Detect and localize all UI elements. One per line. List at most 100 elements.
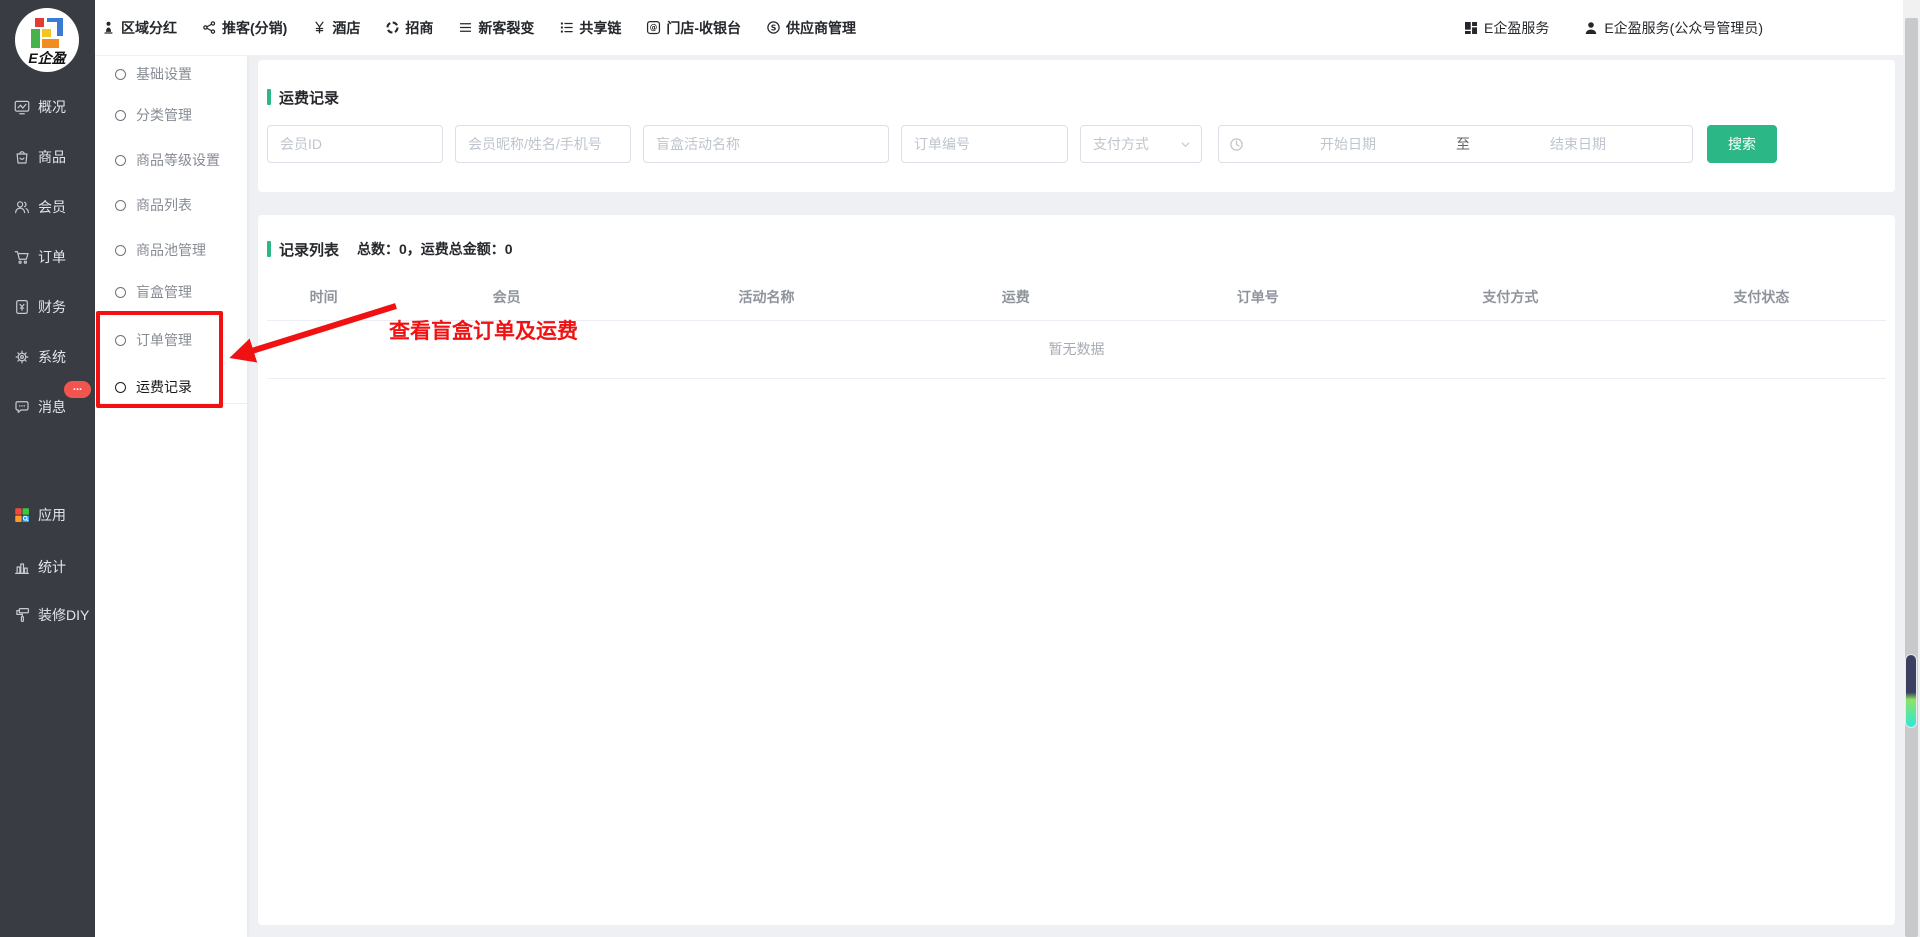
account-menu-label: E企盈服务(公众号管理员) [1604, 18, 1763, 38]
nav-item-region-dividend[interactable]: 区域分红 [101, 18, 177, 38]
brand-logo-icon [31, 18, 63, 48]
pay-method-placeholder: 支付方式 [1093, 134, 1180, 154]
nav-item-store-cashier[interactable]: @ 门店-收银台 [646, 18, 741, 38]
nav-item-share-chain[interactable]: 共享链 [559, 18, 621, 38]
apps-grid-icon [13, 506, 31, 524]
monitor-chart-icon [13, 98, 31, 116]
search-button[interactable]: 搜索 [1707, 125, 1777, 163]
top-nav: 区域分红 推客(分销) 酒店 招商 新客裂变 共享链 [95, 0, 1903, 56]
nav-item-label: 酒店 [332, 18, 360, 38]
circle-icon [115, 155, 126, 166]
primary-sidebar: E企盈 概况 商品 会员 订单 财务 系统 消息 ... [0, 0, 95, 937]
clock-icon [1229, 137, 1244, 152]
sidebar-item-label: 应用 [38, 505, 66, 525]
sidebar-item-message[interactable]: 消息 ... [0, 392, 95, 422]
pawn-icon [101, 20, 116, 35]
green-bar-icon [267, 241, 271, 257]
submenu-item-label: 商品等级设置 [136, 150, 220, 170]
user-icon [1583, 20, 1599, 36]
top-nav-items: 区域分红 推客(分销) 酒店 招商 新客裂变 共享链 [101, 18, 1463, 38]
pay-method-select[interactable]: 支付方式 [1080, 125, 1202, 163]
annotation-arrow [213, 297, 408, 375]
activity-name-input[interactable] [643, 125, 889, 163]
segmented-circle-icon [385, 20, 400, 35]
order-no-input[interactable] [901, 125, 1068, 163]
date-range-picker[interactable]: 开始日期 至 结束日期 [1218, 125, 1693, 163]
end-date-placeholder: 结束日期 [1474, 134, 1682, 154]
annotation-text: 查看盲盒订单及运费 [389, 315, 578, 345]
nav-item-promoter[interactable]: 推客(分销) [202, 18, 287, 38]
sidebar-item-stats[interactable]: 统计 [0, 552, 95, 582]
sidebar-item-order[interactable]: 订单 [0, 242, 95, 272]
sidebar-item-label: 消息 [38, 397, 66, 417]
col-header-pay-status: 支付状态 [1637, 274, 1886, 320]
circle-icon [115, 200, 126, 211]
record-list-summary: 总数：0，运费总金额：0 [357, 239, 513, 259]
nav-item-label: 共享链 [579, 18, 621, 38]
page-title: 运费记录 [279, 87, 339, 108]
submenu-item-goods-level[interactable]: 商品等级设置 [95, 139, 247, 181]
submenu-item-goods-list[interactable]: 商品列表 [95, 184, 247, 226]
col-header-pay-method: 支付方式 [1384, 274, 1637, 320]
sidebar-item-label: 装修DIY [38, 605, 89, 625]
circle-icon [115, 110, 126, 121]
nav-item-label: 门店-收银台 [666, 18, 741, 38]
nav-item-fission[interactable]: 新客裂变 [458, 18, 534, 38]
sidebar-item-goods[interactable]: 商品 [0, 142, 95, 172]
share-icon [202, 20, 217, 35]
sidebar-item-label: 订单 [38, 247, 66, 267]
filter-row: 支付方式 开始日期 至 结束日期 搜索 [267, 125, 1886, 163]
sidebar-item-label: 系统 [38, 347, 66, 367]
account-menu[interactable]: E企盈服务(公众号管理员) [1583, 18, 1763, 38]
sidebar-item-label: 会员 [38, 197, 66, 217]
record-list-title: 记录列表 [279, 239, 339, 260]
records-table: 时间 会员 活动名称 运费 订单号 支付方式 支付状态 [267, 274, 1886, 321]
sidebar-item-label: 统计 [38, 557, 66, 577]
users-icon [13, 198, 31, 216]
sidebar-item-label: 商品 [38, 147, 66, 167]
submenu-item-label: 商品列表 [136, 195, 192, 215]
scrollbar-marker [1905, 654, 1917, 728]
submenu-item-label: 分类管理 [136, 105, 192, 125]
page-scrollbar [1903, 0, 1920, 937]
member-info-input[interactable] [455, 125, 631, 163]
svg-text:S: S [771, 23, 777, 32]
brand-name: E企盈 [15, 48, 79, 68]
nav-item-label: 推客(分销) [222, 18, 287, 38]
sidebar-item-apps[interactable]: 应用 [0, 500, 95, 530]
submenu-item-label: 基础设置 [136, 64, 192, 84]
search-panel: 运费记录 支付方式 开始日期 至 结束日期 搜索 [258, 60, 1895, 192]
submenu-item-category[interactable]: 分类管理 [95, 94, 247, 136]
member-id-input[interactable] [267, 125, 443, 163]
nav-item-investment[interactable]: 招商 [385, 18, 433, 38]
s-circle-icon: S [766, 20, 781, 35]
annotation-highlight-box [96, 311, 223, 408]
submenu-item-basic-settings[interactable]: 基础设置 [95, 53, 247, 95]
submenu-item-goods-pool[interactable]: 商品池管理 [95, 229, 247, 271]
nav-item-hotel[interactable]: 酒店 [312, 18, 360, 38]
sidebar-item-label: 财务 [38, 297, 66, 317]
col-header-activity: 活动名称 [633, 274, 900, 320]
scrollbar-thumb[interactable] [1905, 18, 1918, 937]
sidebar-item-overview[interactable]: 概况 [0, 92, 95, 122]
top-nav-right: E企盈服务 E企盈服务(公众号管理员) [1463, 18, 1763, 38]
nav-item-label: 供应商管理 [786, 18, 856, 38]
sidebar-item-finance[interactable]: 财务 [0, 292, 95, 322]
secondary-sidebar: 基础设置 分类管理 商品等级设置 商品列表 商品池管理 盲盒管理 订单管理 运费… [95, 56, 247, 937]
at-store-icon: @ [646, 20, 661, 35]
main-content: 运费记录 支付方式 开始日期 至 结束日期 搜索 [247, 56, 1903, 937]
nav-item-label: 新客裂变 [478, 18, 534, 38]
list-icon [559, 20, 574, 35]
service-menu[interactable]: E企盈服务 [1463, 18, 1549, 38]
nav-item-supplier[interactable]: S 供应商管理 [766, 18, 856, 38]
sidebar-item-label: 概况 [38, 97, 66, 117]
yen-icon [312, 20, 327, 35]
sidebar-item-system[interactable]: 系统 [0, 342, 95, 372]
yen-bill-icon [13, 298, 31, 316]
paint-roller-icon [13, 606, 31, 624]
sidebar-item-diy[interactable]: 装修DIY [0, 600, 95, 630]
nav-item-label: 区域分红 [121, 18, 177, 38]
date-range-separator: 至 [1452, 134, 1474, 154]
sidebar-item-member[interactable]: 会员 [0, 192, 95, 222]
admin-page: E企盈 概况 商品 会员 订单 财务 系统 消息 ... [0, 0, 1920, 937]
